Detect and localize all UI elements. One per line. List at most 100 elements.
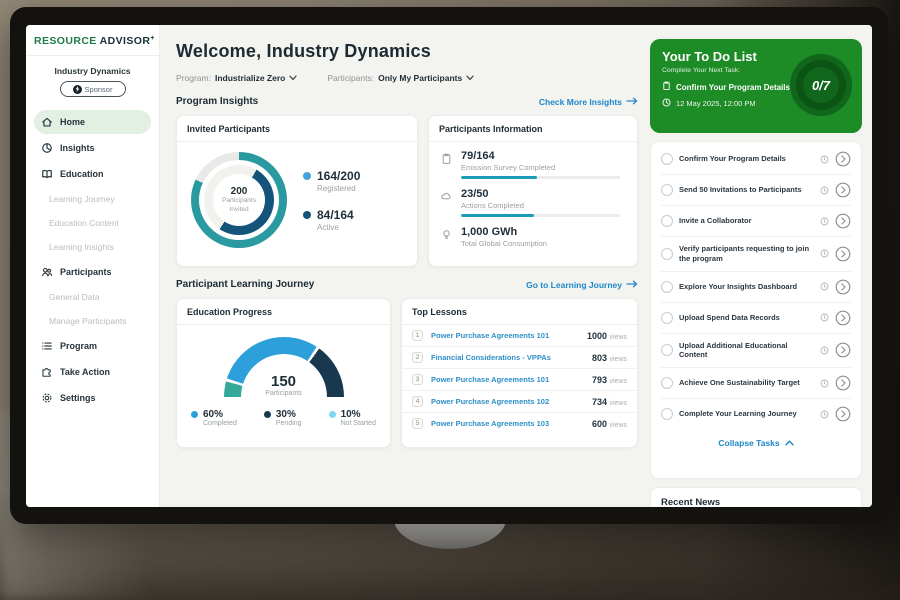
settings-icon (41, 392, 53, 404)
education-icon (41, 168, 53, 180)
lesson-title-link[interactable]: Power Purchase Agreements 102 (431, 397, 584, 406)
lesson-row[interactable]: 3 Power Purchase Agreements 101 793 view… (402, 369, 637, 391)
legend-value: 10% (341, 409, 376, 420)
task-chevron-button[interactable] (835, 375, 851, 391)
task-chevron-button[interactable] (835, 279, 851, 295)
app-logo[interactable]: RESOURCE ADVISOR+ (34, 35, 151, 47)
sidebar-item-learning-insights[interactable]: Learning Insights (34, 236, 151, 258)
gauge-legend-not-started: 10% Not Started (329, 409, 376, 427)
sidebar-item-education[interactable]: Education (34, 162, 151, 186)
sidebar-item-manage-participants[interactable]: Manage Participants (34, 310, 151, 332)
task-checkbox[interactable] (661, 312, 673, 324)
task-checkbox[interactable] (661, 248, 673, 260)
todo-next-task-label: Confirm Your Program Details (676, 83, 790, 92)
clock-icon (820, 217, 829, 226)
participants-filter[interactable]: Participants: Only My Participants (327, 73, 474, 83)
sidebar-item-label: Manage Participants (49, 316, 127, 326)
task-row[interactable]: Verify participants requesting to join t… (661, 237, 851, 272)
legend-active: 84/164 Active (303, 208, 360, 232)
sidebar-org-name: Industry Dynamics (34, 66, 151, 76)
check-more-insights-link[interactable]: Check More Insights (539, 97, 638, 107)
stat-value: 23/50 (461, 188, 625, 200)
sidebar-item-program[interactable]: Program (34, 334, 151, 358)
sidebar-item-education-content[interactable]: Education Content (34, 212, 151, 234)
task-row[interactable]: Upload Spend Data Records (661, 303, 851, 334)
clock-icon (820, 379, 829, 388)
task-label: Upload Additional Educational Content (679, 341, 814, 361)
legend-label: Pending (276, 420, 302, 427)
task-row[interactable]: Achieve One Sustainability Target (661, 368, 851, 399)
brand-plus: + (150, 35, 155, 42)
task-chevron-button[interactable] (835, 310, 851, 326)
sponsor-badge[interactable]: Sponsor (60, 81, 126, 97)
collapse-tasks-link[interactable]: Collapse Tasks (661, 429, 851, 457)
program-filter[interactable]: Program: Industrialize Zero (176, 73, 297, 83)
brand-primary: RESOURCE (34, 35, 97, 47)
task-checkbox[interactable] (661, 153, 673, 165)
arrow-right-icon (626, 97, 638, 107)
lesson-row[interactable]: 2 Financial Considerations - VPPAs 803 v… (402, 347, 637, 369)
task-checkbox[interactable] (661, 377, 673, 389)
lesson-views-count: 734 (592, 397, 607, 407)
legend-dot (303, 172, 311, 180)
participants-information-card: Participants Information 79/164 Emission… (428, 115, 638, 267)
task-chevron-button[interactable] (835, 182, 851, 198)
task-chevron-button[interactable] (835, 342, 851, 358)
lesson-views-suffix: views (609, 378, 627, 385)
task-chevron-button[interactable] (835, 246, 851, 262)
clock-icon (820, 410, 829, 419)
main-content: Welcome, Industry Dynamics Program: Indu… (160, 25, 650, 507)
task-row[interactable]: Confirm Your Program Details (661, 144, 851, 175)
sidebar-item-settings[interactable]: Settings (34, 386, 151, 410)
go-to-learning-journey-link[interactable]: Go to Learning Journey (526, 280, 638, 290)
stat-value: 1,000 GWh (461, 226, 625, 238)
monitor-bezel: RESOURCE ADVISOR+ Industry Dynamics Spon… (10, 7, 888, 524)
link-label: Go to Learning Journey (526, 280, 622, 290)
task-row[interactable]: Upload Additional Educational Content (661, 334, 851, 369)
sidebar-item-label: Education Content (49, 218, 119, 228)
section-title-learning-journey: Participant Learning Journey (176, 279, 314, 290)
task-row[interactable]: Invite a Collaborator (661, 206, 851, 237)
task-checkbox[interactable] (661, 281, 673, 293)
sidebar-item-participants[interactable]: Participants (34, 260, 151, 284)
sidebar-item-label: Participants (60, 267, 112, 277)
sidebar-item-take-action[interactable]: Take Action (34, 360, 151, 384)
lesson-row[interactable]: 5 Power Purchase Agreements 103 600 view… (402, 413, 637, 434)
task-checkbox[interactable] (661, 344, 673, 356)
task-row[interactable]: Complete Your Learning Journey (661, 399, 851, 429)
card-title: Education Progress (177, 299, 390, 325)
task-row[interactable]: Explore Your Insights Dashboard (661, 272, 851, 303)
sidebar-item-home[interactable]: Home (34, 110, 151, 134)
filters-row: Program: Industrialize Zero Participants… (176, 73, 638, 83)
stat-consumption: 1,000 GWh Total Global Consumption (429, 218, 637, 253)
task-checkbox[interactable] (661, 408, 673, 420)
lesson-row[interactable]: 4 Power Purchase Agreements 102 734 view… (402, 391, 637, 413)
lesson-title-link[interactable]: Power Purchase Agreements 103 (431, 419, 584, 428)
stat-label: Actions Completed (461, 201, 625, 210)
task-chevron-button[interactable] (835, 151, 851, 167)
task-checkbox[interactable] (661, 184, 673, 196)
lesson-rank: 5 (412, 418, 423, 429)
task-chevron-button[interactable] (835, 406, 851, 422)
task-chevron-button[interactable] (835, 213, 851, 229)
stat-value: 79/164 (461, 150, 625, 162)
task-row[interactable]: Send 50 Invitations to Participants (661, 175, 851, 206)
sidebar-item-general-data[interactable]: General Data (34, 286, 151, 308)
lesson-title-link[interactable]: Power Purchase Agreements 101 (431, 375, 584, 384)
sidebar-item-insights[interactable]: Insights (34, 136, 151, 160)
clock-icon (820, 346, 829, 355)
invited-donut-chart: 200 Participants Invited (191, 152, 287, 248)
sidebar-item-label: Take Action (60, 367, 110, 377)
card-title: Invited Participants (177, 116, 417, 142)
lesson-views-count: 1000 (587, 331, 607, 341)
todo-column: Your To Do List Complete Your Next Task:… (650, 25, 872, 507)
legend-dot (191, 411, 198, 418)
lesson-title-link[interactable]: Power Purchase Agreements 101 (431, 331, 579, 340)
task-checkbox[interactable] (661, 215, 673, 227)
stat-label: Emission Survey Completed (461, 163, 625, 172)
sidebar-item-learning-journey[interactable]: Learning Journey (34, 188, 151, 210)
lesson-row[interactable]: 1 Power Purchase Agreements 101 1000 vie… (402, 325, 637, 347)
participants-filter-value: Only My Participants (378, 73, 462, 83)
todo-next-task[interactable]: Confirm Your Program Details (662, 81, 800, 93)
lesson-title-link[interactable]: Financial Considerations - VPPAs (431, 353, 584, 362)
